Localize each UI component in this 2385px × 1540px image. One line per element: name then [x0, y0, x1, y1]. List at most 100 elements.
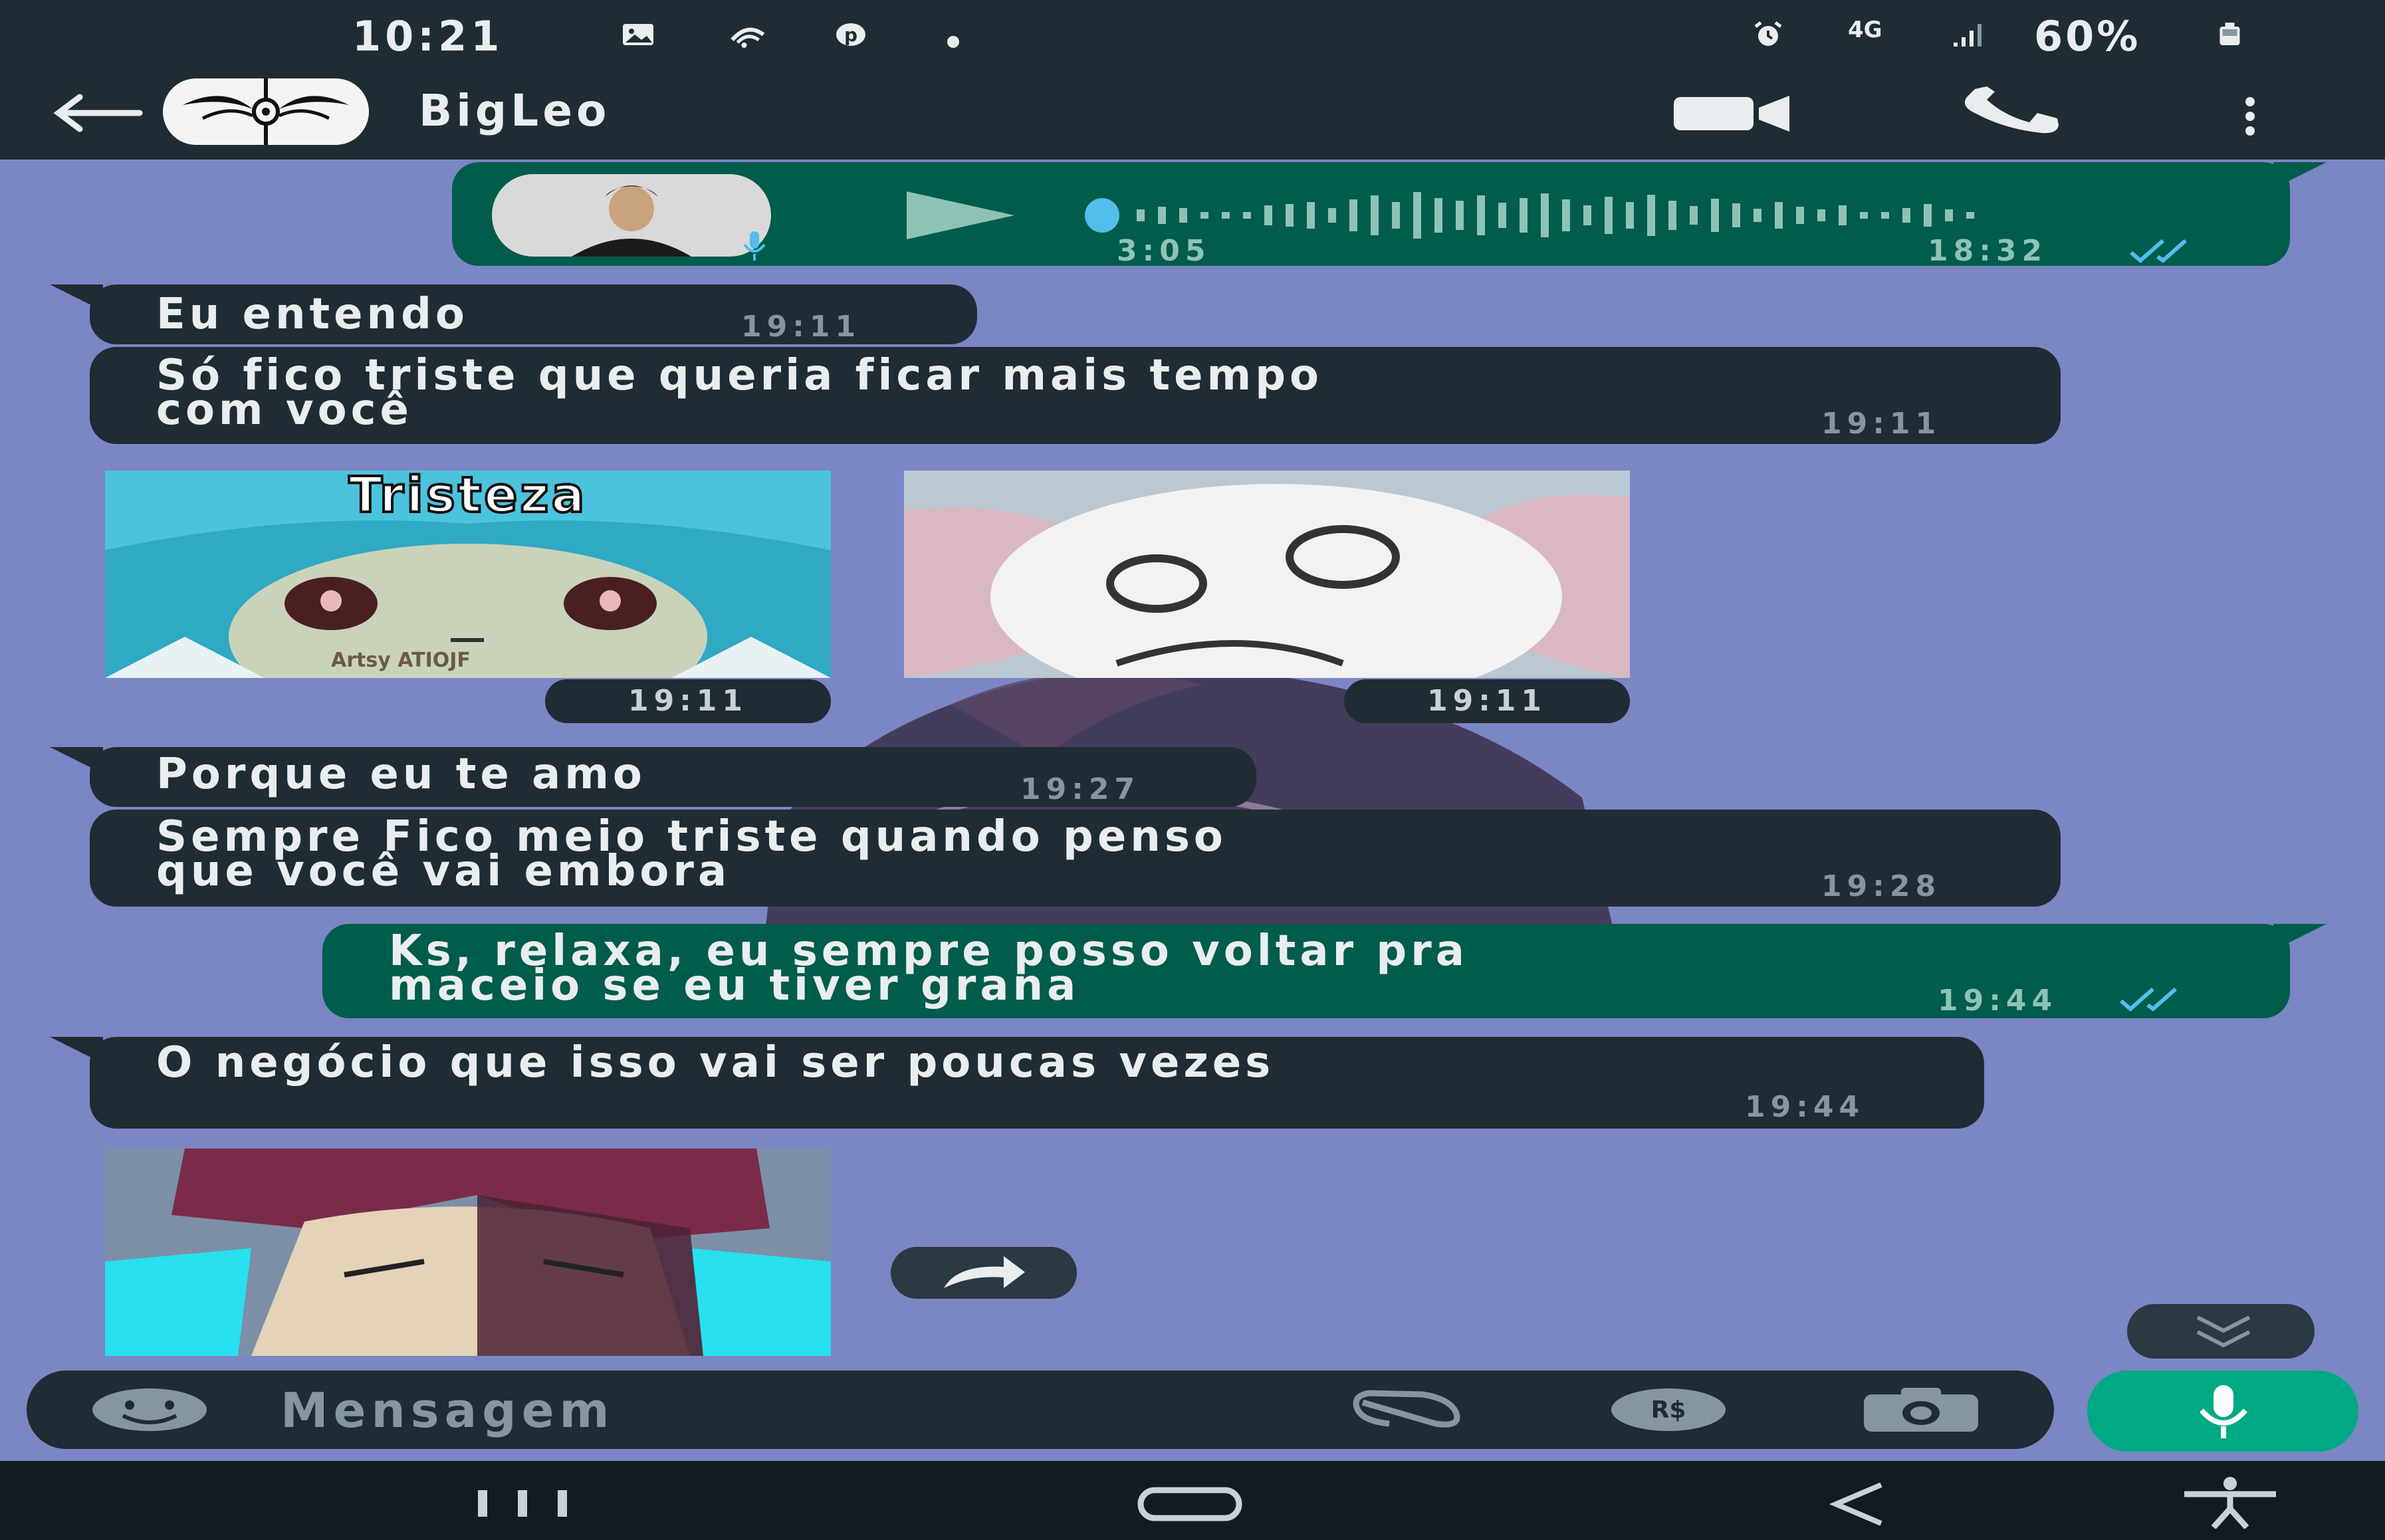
message-text-line: que você vai embora: [156, 847, 731, 896]
bubble-tail: [50, 1037, 103, 1063]
cast-icon: [731, 27, 765, 48]
scroll-down-button[interactable]: [2127, 1304, 2315, 1359]
incoming-message[interactable]: Porque eu te amo 19:27: [50, 747, 1256, 807]
waveform-bar: [1711, 199, 1719, 232]
avatar-logo-icon: [183, 78, 349, 145]
attach-icon[interactable]: [1349, 1389, 1469, 1432]
sticker-time: 19:11: [1344, 679, 1630, 723]
svg-text:p: p: [844, 24, 857, 46]
waveform-bar: [1137, 209, 1145, 221]
waveform-bar: [1456, 201, 1464, 230]
outgoing-message[interactable]: Ks, relaxa, eu sempre posso voltar pra m…: [322, 924, 2327, 1018]
waveform-bar: [1328, 208, 1336, 223]
signal-icon: [1954, 24, 1982, 47]
waveform-bar: [1243, 212, 1251, 219]
waveform-bar: [1690, 206, 1698, 225]
more-vert-icon[interactable]: [2240, 96, 2260, 136]
sticker-tristeza[interactable]: Tristeza Artsy ATIOJF: [105, 471, 831, 678]
top-bar: 10:21 p 4G 60% BigLeo: [0, 0, 2385, 160]
accessibility-icon[interactable]: [2180, 1476, 2280, 1529]
read-ticks-icon: [2120, 987, 2177, 1012]
incoming-message[interactable]: O negócio que isso vai ser poucas vezes …: [50, 1037, 1984, 1129]
sticker-meme-face[interactable]: [904, 471, 1630, 678]
sticker-watermark: Artsy ATIOJF: [331, 649, 471, 672]
read-ticks-icon: [2130, 239, 2187, 263]
waveform-bar: [1626, 202, 1634, 229]
voice-duration: 3:05: [1117, 234, 1211, 268]
message-time: 19:27: [1020, 772, 1141, 806]
waveform-bar: [1264, 205, 1272, 225]
waveform-scrubber[interactable]: [1085, 198, 1119, 233]
camera-icon[interactable]: [1861, 1385, 1981, 1434]
waveform-bar: [1562, 199, 1570, 231]
battery-icon: [2219, 23, 2240, 45]
voice-record-button[interactable]: [2087, 1371, 2358, 1452]
waveform-bar: [1796, 207, 1804, 224]
waveform-bar: [1413, 192, 1421, 239]
waveform-bar: [1839, 205, 1847, 225]
message-text: O negócio que isso vai ser poucas vezes: [156, 1038, 1275, 1087]
waveform-bar: [1520, 198, 1528, 233]
waveform-bar: [1371, 195, 1379, 235]
waveform-bar: [1498, 203, 1506, 228]
waveform-bar: [1179, 208, 1187, 223]
emoji-icon[interactable]: [90, 1386, 209, 1433]
waveform-bar: [1902, 208, 1910, 223]
mic-badge-icon: [743, 231, 766, 261]
recent-apps-icon[interactable]: [475, 1489, 572, 1518]
bubble-tail: [50, 284, 103, 311]
message-input[interactable]: [279, 1381, 1279, 1440]
network-4g-icon: 4G: [1848, 17, 1882, 43]
waveform-bar: [1647, 195, 1655, 236]
double-chevron-down-icon: [2196, 1315, 2251, 1348]
message-time: 19:28: [1821, 869, 1942, 903]
waveform-bar: [1945, 209, 1953, 221]
battery-percent: 60%: [2034, 12, 2141, 60]
home-icon[interactable]: [1137, 1486, 1243, 1522]
message-text: Eu entendo: [156, 290, 469, 339]
waveform-bar: [1541, 193, 1549, 237]
waveform-bar: [1222, 212, 1230, 219]
forward-icon: [944, 1256, 1025, 1288]
bubble-tail: [2273, 162, 2327, 189]
incoming-message[interactable]: Sempre Fico meio triste quando penso que…: [90, 810, 2061, 907]
alarm-icon: [1754, 21, 1782, 46]
waveform-bar: [1668, 201, 1676, 230]
sticker-caption: Tristeza: [348, 471, 588, 525]
status-time: 10:21: [352, 12, 504, 60]
waveform-bar: [1158, 207, 1166, 224]
back-arrow-icon[interactable]: [47, 93, 146, 133]
waveform-bar: [1286, 204, 1294, 227]
voice-message-bubble[interactable]: 3:05 18:32: [452, 162, 2327, 268]
sticker-anime-character[interactable]: [105, 1149, 831, 1356]
gallery-icon: [623, 24, 653, 45]
avatar[interactable]: [163, 78, 369, 145]
waveform-bar: [1732, 203, 1740, 227]
pinterest-icon: p: [836, 23, 865, 46]
phone-icon[interactable]: [1958, 86, 2064, 140]
play-icon[interactable]: [904, 189, 1017, 242]
sticker-time: 19:11: [545, 679, 831, 723]
forward-button[interactable]: [891, 1247, 1077, 1299]
svg-text:R$: R$: [1651, 1396, 1686, 1424]
mic-icon: [2199, 1385, 2248, 1438]
message-text: Porque eu te amo: [156, 750, 646, 799]
contact-name[interactable]: BigLeo: [419, 85, 610, 136]
payment-icon[interactable]: R$: [1609, 1386, 1728, 1433]
video-call-icon[interactable]: [1668, 93, 1795, 134]
incoming-message[interactable]: Só fico triste que queria ficar mais tem…: [90, 347, 2061, 444]
voice-sender-avatar: [492, 174, 771, 257]
dot-icon: [947, 36, 959, 48]
message-time: 19:11: [741, 310, 861, 344]
waveform-bar: [1605, 197, 1613, 234]
waveform-bar: [1817, 209, 1825, 221]
incoming-message[interactable]: Eu entendo 19:11: [50, 284, 977, 344]
waveform-bar: [1434, 198, 1442, 233]
message-time: 19:11: [1821, 407, 1942, 441]
message-time: 18:32: [1928, 234, 2048, 268]
waveform-bar: [1477, 195, 1485, 235]
sticker-face-drawing: [904, 471, 1630, 678]
waveform-bar: [1966, 212, 1974, 219]
voice-waveform[interactable]: [1077, 189, 2001, 242]
back-nav-icon[interactable]: [1828, 1481, 1888, 1527]
